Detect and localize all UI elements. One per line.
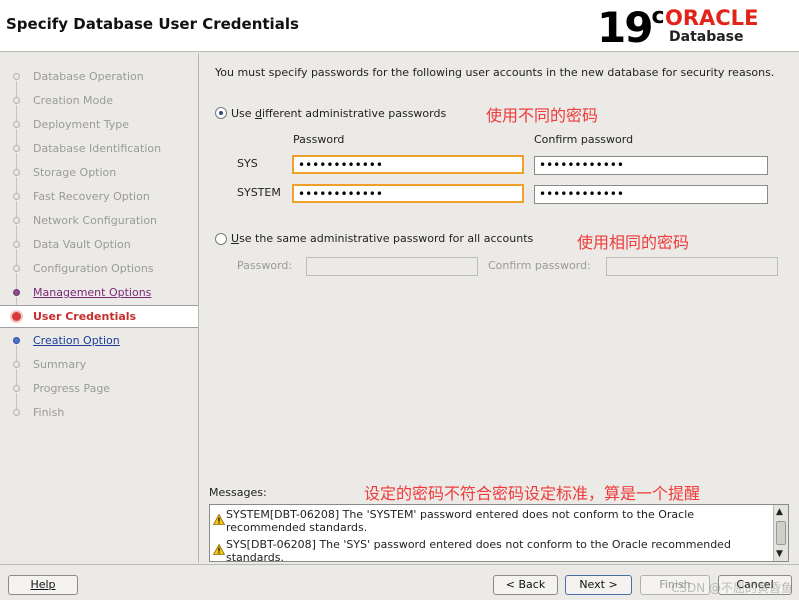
help-button[interactable]: Help xyxy=(8,575,78,595)
warning-icon xyxy=(213,544,225,555)
different-passwords-radio[interactable] xyxy=(215,107,227,119)
oracle-logo: 19c ORACLE Database xyxy=(597,3,789,52)
same-confirm-input xyxy=(606,257,778,276)
system-confirm-input[interactable]: •••••••••••• xyxy=(534,185,768,204)
scroll-thumb[interactable] xyxy=(776,521,786,545)
sys-confirm-input[interactable]: •••••••••••• xyxy=(534,156,768,175)
step-deployment-type: Deployment Type xyxy=(0,114,198,145)
version-number: 19c xyxy=(597,3,665,52)
footer-bar: Help < Back Next > Finish Cancel CSDN @不… xyxy=(0,564,799,600)
annotation-same: 使用相同的密码 xyxy=(577,233,690,252)
step-dot-icon xyxy=(13,193,20,200)
step-creation-option[interactable]: Creation Option xyxy=(0,330,198,361)
step-dot-icon xyxy=(13,265,20,272)
step-database-operation: Database Operation xyxy=(0,66,198,97)
oracle-brand: ORACLE xyxy=(665,6,759,30)
step-summary: Summary xyxy=(0,354,198,385)
annotation-messages: 设定的密码不符合密码设定标准，算是一个提醒 xyxy=(364,484,701,503)
same-password-input xyxy=(306,257,478,276)
annotation-different: 使用不同的密码 xyxy=(486,106,599,125)
step-management-options[interactable]: Management Options xyxy=(0,282,198,313)
step-dot-icon xyxy=(13,145,20,152)
warning-icon xyxy=(213,514,225,525)
page-title: Specify Database User Credentials xyxy=(6,15,299,33)
installer-window: Specify Database User Credentials 19c OR… xyxy=(0,0,799,600)
step-configuration-options: Configuration Options xyxy=(0,258,198,289)
step-data-vault-option: Data Vault Option xyxy=(0,234,198,265)
watermark: CSDN @不屈的黄昏鱼 xyxy=(670,581,793,595)
step-dot-icon xyxy=(13,361,20,368)
message-item: SYS[DBT-06208] The 'SYS' password entere… xyxy=(226,538,731,564)
header: Specify Database User Credentials 19c OR… xyxy=(0,0,799,52)
same-password-field-label: Password: xyxy=(237,259,293,272)
message-item: SYSTEM[DBT-06208] The 'SYSTEM' password … xyxy=(226,508,695,534)
step-dot-icon xyxy=(13,289,20,296)
step-fast-recovery-option: Fast Recovery Option xyxy=(0,186,198,217)
same-confirm-field-label: Confirm password: xyxy=(488,259,591,272)
step-dot-icon xyxy=(13,169,20,176)
back-button[interactable]: < Back xyxy=(493,575,558,595)
step-storage-option: Storage Option xyxy=(0,162,198,193)
step-dot-icon xyxy=(13,73,20,80)
step-dot-icon xyxy=(13,385,20,392)
step-network-configuration: Network Configuration xyxy=(0,210,198,241)
step-dot-icon xyxy=(13,409,20,416)
next-button[interactable]: Next > xyxy=(565,575,632,595)
step-database-identification: Database Identification xyxy=(0,138,198,169)
different-passwords-label[interactable]: Use different administrative passwords xyxy=(231,107,446,120)
same-password-label[interactable]: Use the same administrative password for… xyxy=(231,232,533,245)
same-password-radio[interactable] xyxy=(215,233,227,245)
step-progress-page: Progress Page xyxy=(0,378,198,409)
step-dot-icon xyxy=(13,337,20,344)
step-dot-icon xyxy=(13,121,20,128)
sys-label: SYS xyxy=(237,157,258,170)
step-dot-icon xyxy=(13,241,20,248)
intro-text: You must specify passwords for the follo… xyxy=(215,66,775,79)
product-name: Database xyxy=(669,29,744,45)
password-column-header: Password xyxy=(293,133,345,146)
system-password-input[interactable]: •••••••••••• xyxy=(292,184,524,203)
step-dot-icon xyxy=(13,97,20,104)
system-label: SYSTEM xyxy=(237,186,281,199)
messages-label: Messages: xyxy=(209,486,267,499)
step-navigator: Database Operation Creation Mode Deploym… xyxy=(0,53,199,563)
step-finish: Finish xyxy=(0,402,198,424)
step-dot-icon xyxy=(13,217,20,224)
step-creation-mode: Creation Mode xyxy=(0,90,198,121)
step-user-credentials: User Credentials xyxy=(0,305,198,328)
scroll-up-icon[interactable]: ▲ xyxy=(776,507,783,517)
current-step-icon xyxy=(10,310,23,323)
messages-list[interactable]: SYSTEM[DBT-06208] The 'SYSTEM' password … xyxy=(209,504,789,564)
scroll-down-icon[interactable]: ▼ xyxy=(776,549,783,559)
messages-scrollbar[interactable]: ▲ ▼ xyxy=(773,505,788,561)
confirm-column-header: Confirm password xyxy=(534,133,634,146)
main-panel: You must specify passwords for the follo… xyxy=(200,53,799,564)
sys-password-input[interactable]: •••••••••••• xyxy=(292,155,524,174)
